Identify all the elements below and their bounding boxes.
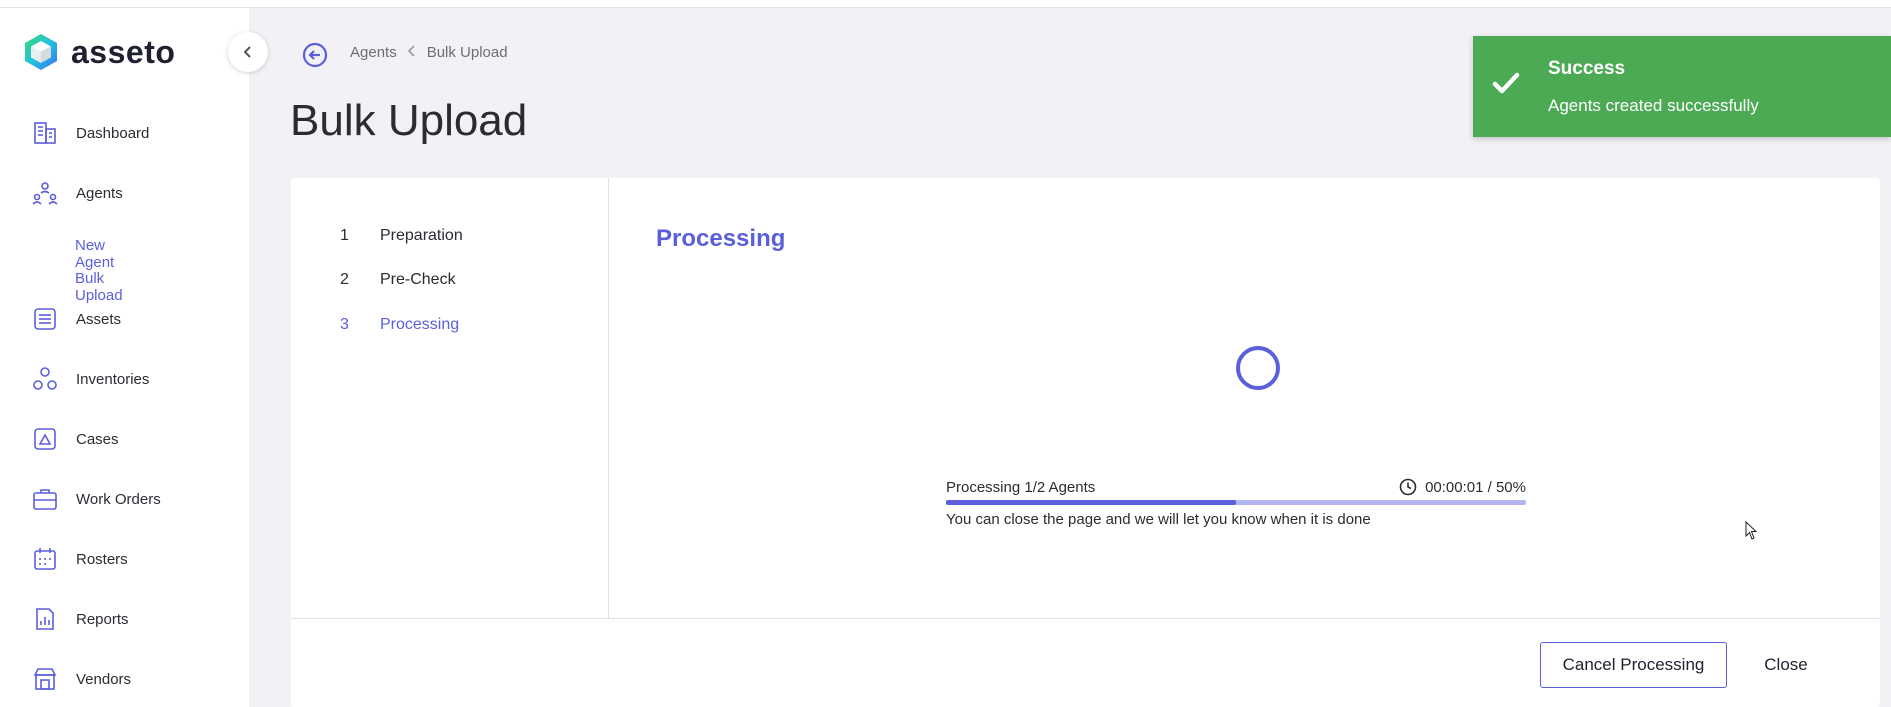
top-border: [0, 0, 1891, 8]
step-preparation[interactable]: 1 Preparation: [340, 227, 463, 245]
sidebar-item-reports[interactable]: Reports: [30, 601, 240, 637]
briefcase-icon: [30, 484, 60, 514]
breadcrumb: Agents Bulk Upload: [350, 44, 508, 61]
sidebar-subitem-bulk-upload[interactable]: Bulk Upload: [75, 270, 123, 304]
progress-bar: [946, 500, 1526, 505]
logo-cube-icon: [25, 34, 57, 70]
page-title: Bulk Upload: [290, 96, 528, 145]
sidebar-item-assets[interactable]: Assets: [30, 301, 240, 337]
sidebar-item-agents[interactable]: Agents: [30, 175, 240, 211]
app-name: asseto: [71, 33, 176, 70]
clock-icon: [1399, 478, 1417, 496]
processing-title: Processing: [656, 225, 786, 252]
step-pre-check[interactable]: 2 Pre-Check: [340, 271, 456, 289]
sidebar-item-label: Work Orders: [76, 490, 161, 508]
toast-message: Agents created successfully: [1548, 96, 1759, 115]
sidebar-collapse-button[interactable]: [228, 32, 268, 72]
stepper: 1 Preparation 2 Pre-Check 3 Processing: [291, 178, 609, 618]
store-icon: [30, 664, 60, 694]
footer-divider: [291, 618, 1880, 619]
chevron-left-icon: [407, 44, 417, 61]
mouse-cursor-icon: [1745, 520, 1759, 546]
step-processing[interactable]: 3 Processing: [340, 316, 459, 334]
progress-note: You can close the page and we will let y…: [946, 511, 1371, 528]
sidebar-item-inventories[interactable]: Inventories: [30, 361, 240, 397]
close-button[interactable]: Close: [1751, 642, 1821, 688]
progress-bar-fill: [946, 500, 1236, 505]
calendar-icon: [30, 544, 60, 574]
building-icon: [30, 118, 60, 148]
sidebar-item-dashboard[interactable]: Dashboard: [30, 115, 240, 151]
sidebar-item-label: Cases: [76, 430, 119, 448]
cases-icon: [30, 424, 60, 454]
sidebar-item-label: Vendors: [76, 670, 132, 688]
breadcrumb-agents-link[interactable]: Agents: [350, 44, 397, 61]
arrow-left-circle-icon: [302, 42, 328, 68]
toast-title: Success: [1548, 58, 1626, 79]
sidebar-item-work-orders[interactable]: Work Orders: [30, 481, 240, 517]
progress-status: Processing 1/2 Agents: [946, 478, 1096, 496]
report-icon: [30, 604, 60, 634]
elapsed-time: 00:00:01 / 50%: [1425, 478, 1526, 496]
sidebar-item-vendors[interactable]: Vendors: [30, 661, 240, 697]
logo[interactable]: asseto: [23, 32, 175, 72]
sidebar: asseto Dashboard Agents New Agent Bulk U…: [0, 8, 249, 707]
back-button[interactable]: [301, 41, 329, 69]
step-label: Processing: [380, 316, 460, 333]
step-number: 1: [340, 227, 349, 244]
sidebar-item-label: Rosters: [76, 550, 128, 568]
agents-icon: [30, 178, 60, 208]
inventories-icon: [30, 364, 60, 394]
step-number: 3: [340, 316, 349, 333]
checkmark-icon: [1491, 70, 1521, 101]
sidebar-subitem-new-agent[interactable]: New Agent: [75, 237, 114, 271]
sidebar-item-label: Dashboard: [76, 124, 150, 142]
sidebar-item-label: Agents: [76, 184, 123, 202]
sidebar-item-rosters[interactable]: Rosters: [30, 541, 240, 577]
step-number: 2: [340, 271, 349, 288]
sidebar-item-label: Reports: [76, 610, 129, 628]
step-label: Pre-Check: [380, 271, 456, 288]
success-toast[interactable]: Success Agents created successfully: [1473, 36, 1891, 137]
progress-section: Processing 1/2 Agents 00:00:01 / 50% You…: [946, 478, 1526, 528]
assets-icon: [30, 304, 60, 334]
bulk-upload-card: 1 Preparation 2 Pre-Check 3 Processing P…: [291, 178, 1880, 707]
cancel-processing-button[interactable]: Cancel Processing: [1540, 642, 1727, 688]
chevron-left-icon: [243, 46, 251, 58]
sidebar-item-cases[interactable]: Cases: [30, 421, 240, 457]
loading-spinner: [1236, 346, 1280, 390]
step-label: Preparation: [380, 227, 463, 244]
sidebar-item-label: Inventories: [76, 370, 150, 388]
breadcrumb-current: Bulk Upload: [426, 44, 508, 61]
sidebar-item-label: Assets: [76, 310, 122, 328]
